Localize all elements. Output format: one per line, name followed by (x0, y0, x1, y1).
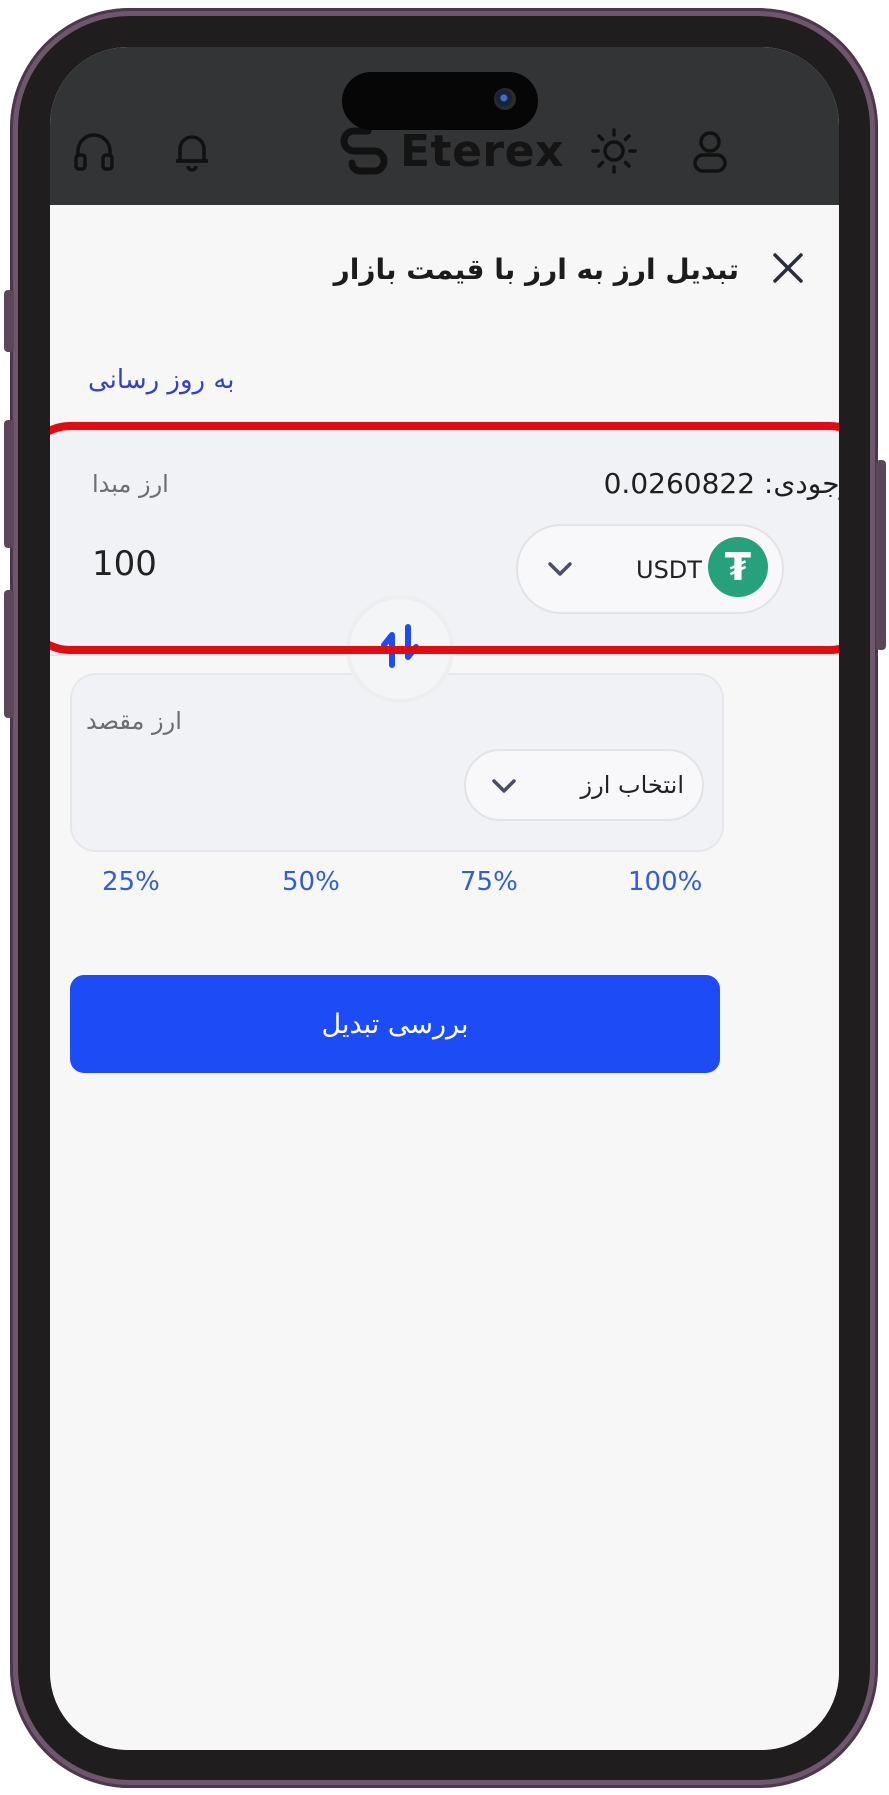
source-amount-input[interactable]: 100 (92, 544, 157, 584)
update-link[interactable]: به روز رسانی (88, 365, 235, 395)
tether-icon: ₮ (708, 537, 768, 597)
destination-select-placeholder: انتخاب ارز (580, 771, 684, 799)
chevron-down-icon (492, 779, 516, 793)
brand-logo: Eterex (338, 125, 564, 177)
source-currency-code: USDT (636, 556, 702, 584)
front-camera (494, 88, 516, 110)
eterex-logo-icon (340, 127, 388, 175)
convert-sheet: تبدیل ارز به ارز با قیمت بازار به روز رس… (50, 205, 839, 1750)
phone-side-button (4, 590, 14, 718)
percent-75-button[interactable]: 75% (460, 867, 518, 897)
brand-name: Eterex (400, 125, 564, 177)
destination-currency-label: ارز مقصد (86, 707, 182, 735)
swap-direction-button[interactable] (350, 599, 450, 699)
percent-100-button[interactable]: 100% (628, 867, 702, 897)
top-bar: Eterex (50, 47, 839, 205)
phone-side-button (4, 290, 14, 352)
bell-icon[interactable] (168, 127, 216, 175)
balance-label: موجودی: 0.0260822 (603, 467, 839, 500)
app-screen: Eterex تبدیل ارز به ارز با قیمت بازار به… (50, 47, 839, 1750)
source-currency-card: موجودی: 0.0260822 ارز مبدا 100 USDT ₮ (50, 430, 839, 656)
percent-25-button[interactable]: 25% (102, 867, 160, 897)
user-icon[interactable] (686, 127, 734, 175)
source-currency-label: ارز مبدا (92, 470, 169, 498)
destination-currency-select[interactable]: انتخاب ارز (464, 749, 704, 821)
source-currency-select[interactable]: USDT ₮ (516, 524, 784, 614)
sun-icon[interactable] (590, 127, 638, 175)
swap-arrows-icon (381, 624, 419, 668)
destination-currency-card: ارز مقصد انتخاب ارز (70, 673, 724, 852)
review-conversion-button[interactable]: بررسی تبدیل (70, 975, 720, 1073)
sheet-title: تبدیل ارز به ارز با قیمت بازار (333, 253, 739, 286)
phone-side-button (876, 460, 886, 650)
percent-50-button[interactable]: 50% (282, 867, 340, 897)
phone-side-button (4, 420, 14, 548)
camera-notch (342, 72, 538, 130)
close-icon[interactable] (770, 250, 806, 286)
chevron-down-icon (548, 562, 572, 576)
headphones-icon[interactable] (70, 127, 118, 175)
